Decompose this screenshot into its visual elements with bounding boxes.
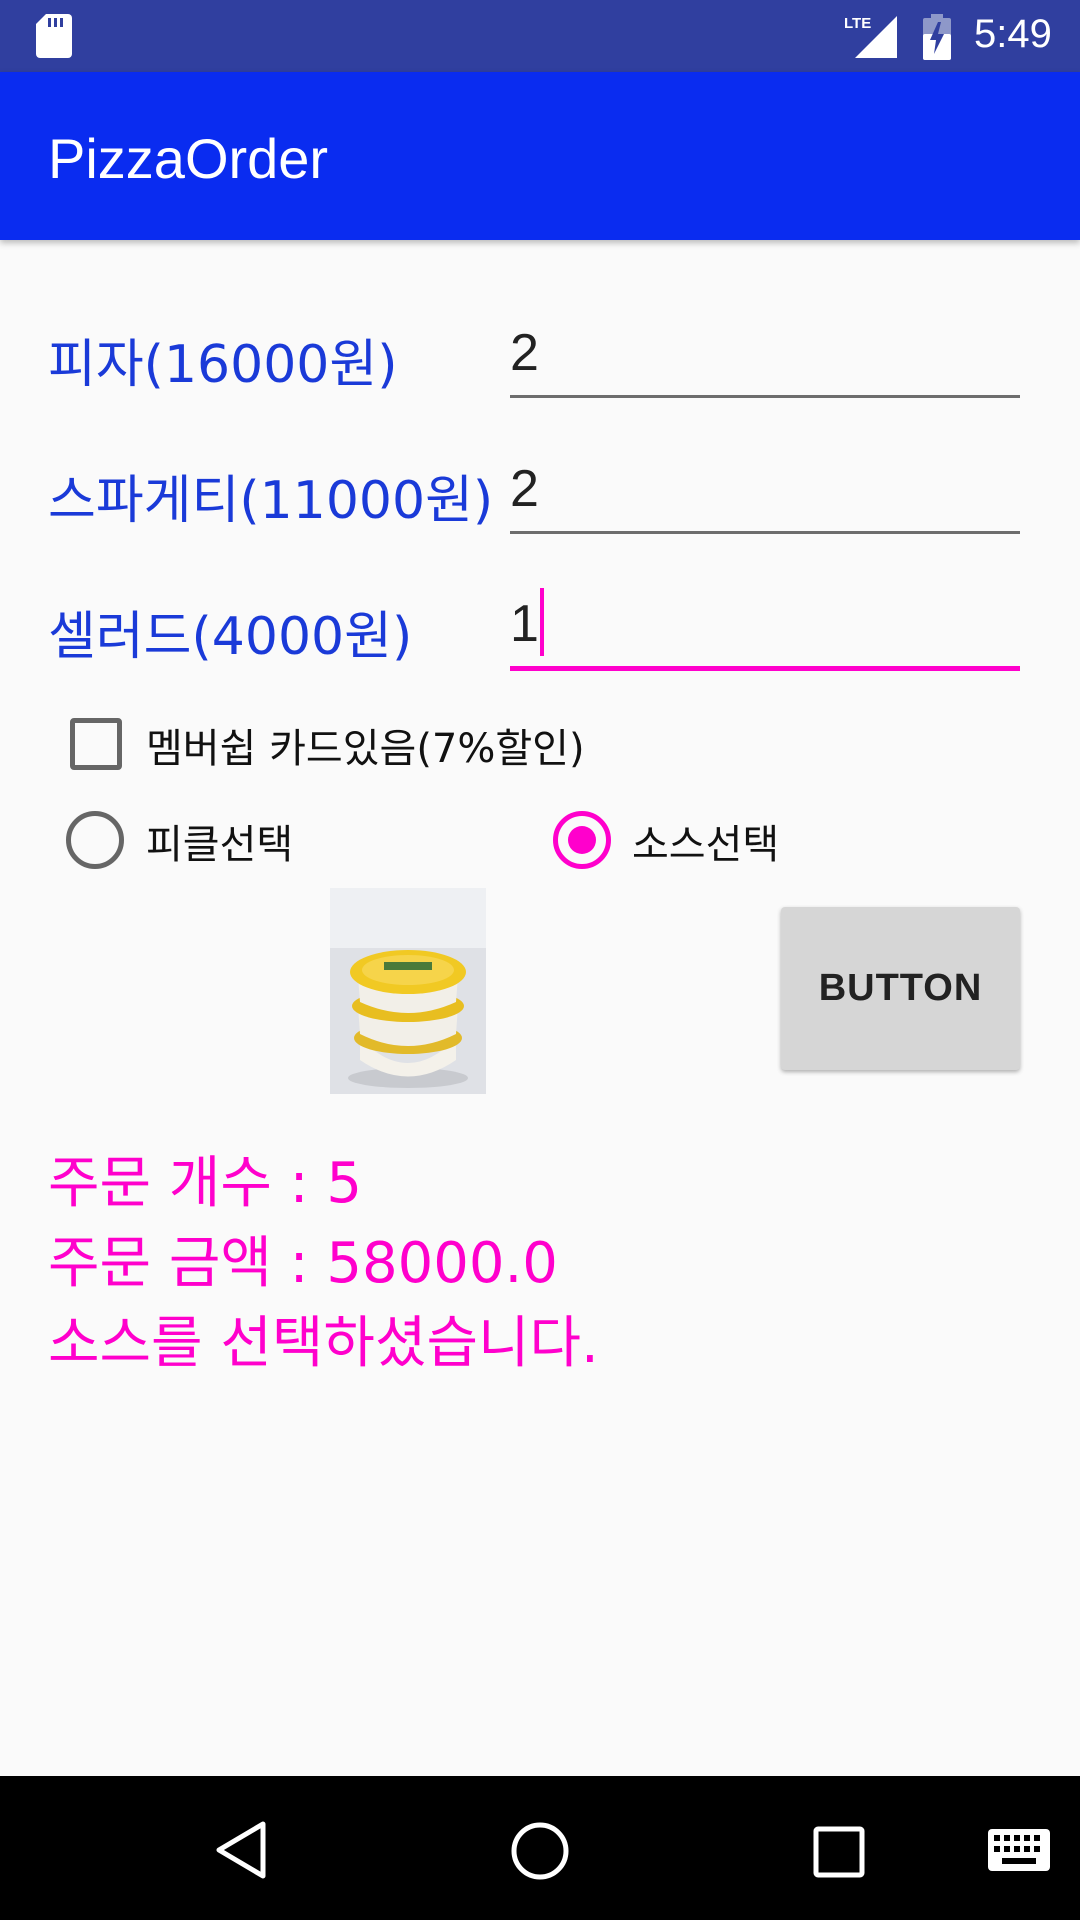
home-icon[interactable]	[510, 1821, 570, 1881]
pizza-quantity-input[interactable]: 2	[510, 318, 1020, 398]
pickle-radio[interactable]	[66, 811, 124, 869]
pickle-radio-label[interactable]: 피클선택	[146, 812, 293, 870]
lte-signal-icon: LTE	[844, 15, 897, 58]
order-amount-text: 주문 금액 : 58000.0	[48, 1231, 558, 1296]
back-icon[interactable]	[213, 1820, 269, 1880]
text-cursor	[540, 588, 544, 656]
navigation-bar	[0, 1776, 1080, 1920]
battery-charging-icon	[923, 14, 951, 60]
network-type-label: LTE	[844, 15, 871, 32]
app-title: PizzaOrder	[48, 127, 329, 190]
membership-checkbox[interactable]	[70, 718, 122, 770]
app-bar: PizzaOrder	[0, 72, 1080, 240]
salad-quantity-input[interactable]: 1	[510, 588, 1020, 671]
spaghetti-quantity-input[interactable]: 2	[510, 454, 1020, 534]
membership-checkbox-label[interactable]: 멤버쉽 카드있음(7%할인)	[146, 716, 585, 774]
selection-message: 소스를 선택하셨습니다.	[48, 1311, 599, 1376]
app-screen: LTE 5:49 PizzaOrder 피자(16000원) 2 스파게티(11…	[0, 0, 1080, 1920]
order-count-text: 주문 개수 : 5	[48, 1151, 362, 1216]
sauce-radio-label[interactable]: 소스선택	[632, 812, 779, 870]
spaghetti-quantity-value: 2	[510, 460, 539, 518]
keyboard-icon[interactable]	[988, 1829, 1050, 1871]
order-button[interactable]: BUTTON	[781, 907, 1020, 1070]
pizza-quantity-value: 2	[510, 324, 539, 382]
sauce-cups-photo	[330, 888, 486, 1094]
salad-quantity-value: 1	[510, 595, 539, 653]
status-bar: LTE 5:49	[0, 0, 1080, 72]
sd-card-icon	[36, 14, 72, 58]
sauce-image	[330, 888, 486, 1094]
salad-label: 셀러드(4000원)	[48, 607, 413, 667]
spaghetti-label: 스파게티(11000원)	[48, 471, 494, 531]
sauce-radio[interactable]	[553, 811, 611, 869]
clock-time: 5:49	[974, 12, 1052, 56]
recents-icon[interactable]	[813, 1826, 865, 1878]
pizza-label: 피자(16000원)	[48, 335, 398, 395]
